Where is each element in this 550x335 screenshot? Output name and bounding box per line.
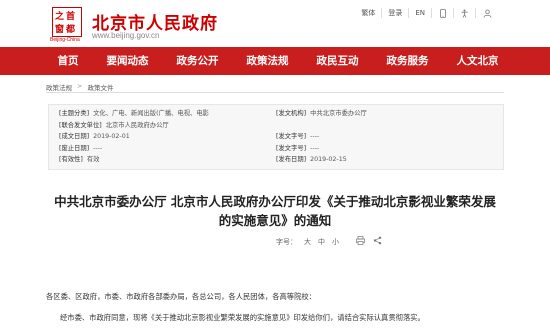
logo-char: 都 xyxy=(66,25,76,35)
document-info-table: [主题分类] 文化、广电、新闻出版(广播、电视、电影 [发文机构] 中共北京市委办公… xyxy=(48,104,504,170)
info-label: [有效性] xyxy=(59,156,83,163)
font-size-label: 字号： xyxy=(276,237,297,246)
info-value: 有效 xyxy=(86,156,100,163)
info-value: 北京市人民政府办公厅 xyxy=(105,121,169,129)
info-label: [发文机构] xyxy=(276,110,307,117)
document-title: 中共北京市委办公厅 北京市人民政府办公厅印发《关于推动北京影视业繁荣发展 的实施… xyxy=(40,192,510,230)
site-url: www.beijing.gov.cn xyxy=(92,31,160,40)
body-paragraph: 经市委、市政府同意，现将《关于推动北京影视业繁荣发展的实施意见》印发给你们，请结… xyxy=(60,313,425,322)
share-icon[interactable] xyxy=(373,236,382,247)
info-value: ---- xyxy=(310,133,320,140)
info-value: 中共北京市委办公厅 xyxy=(310,110,367,117)
info-label: [联合发文单位] xyxy=(59,121,102,129)
logo-char: 首 xyxy=(66,12,76,22)
nav-policies[interactable]: 政策法规 xyxy=(233,47,303,75)
info-row: [主题分类] 文化、广电、新闻出版(广播、电视、电影 [发文机构] 中共北京市委办公… xyxy=(59,108,493,120)
title-line: 中共北京市委办公厅 北京市人民政府办公厅印发《关于推动北京影视业繁荣发展 xyxy=(54,194,496,209)
info-value: 2019-02-15 xyxy=(310,156,347,163)
info-value: ---- xyxy=(93,144,103,152)
info-label: [废止日期] xyxy=(59,144,90,152)
logo-char: 之 xyxy=(55,12,65,22)
breadcrumb-item[interactable]: 政策文件 xyxy=(87,82,113,92)
body-paragraph: 各区委、区政府，市委、市政府各部委办局，各总公司，各人民团体，各高等院校： xyxy=(46,292,316,301)
traditional-chinese-link[interactable]: 繁体 xyxy=(355,8,383,18)
logo-caption: Beijing-China xyxy=(50,37,80,43)
info-row: [成文日期] 2019-02-01 [发文字号] ---- xyxy=(59,131,493,143)
info-row: [联合发文单位] 北京市人民政府办公厅 xyxy=(59,120,493,132)
font-size-small-button[interactable]: 小 xyxy=(332,237,339,247)
font-size-controls: 字号： 大 中 小 xyxy=(276,236,382,247)
top-links: 繁体 登录 EN xyxy=(355,8,498,18)
site-logo[interactable]: 首 都 之 窗 xyxy=(52,7,82,37)
nav-services[interactable]: 政务服务 xyxy=(373,47,443,75)
nav-gov-affairs[interactable]: 政务公开 xyxy=(163,47,233,75)
nav-home[interactable]: 首页 xyxy=(38,47,93,75)
info-label: [发布日期] xyxy=(276,156,307,163)
info-label: [发文字号] xyxy=(276,144,307,152)
nav-news[interactable]: 要闻动态 xyxy=(93,47,163,75)
logo-char: 窗 xyxy=(55,25,65,35)
print-icon[interactable] xyxy=(356,236,365,247)
nav-culture[interactable]: 人文北京 xyxy=(443,47,513,75)
font-size-medium-button[interactable]: 中 xyxy=(318,237,325,247)
breadcrumb: 政策法规 > 政策文件 xyxy=(46,82,113,92)
user-icon[interactable] xyxy=(476,8,498,18)
font-size-large-button[interactable]: 大 xyxy=(304,237,311,247)
info-label: [发文字号] xyxy=(276,133,307,140)
nav-interaction[interactable]: 政民互动 xyxy=(303,47,373,75)
info-value: ---- xyxy=(310,144,320,152)
info-row: [有效性] 有效 [发布日期] 2019-02-15 xyxy=(59,154,493,166)
accessibility-icon[interactable] xyxy=(454,8,476,18)
english-link[interactable]: EN xyxy=(409,8,432,18)
info-label: [成文日期] xyxy=(59,133,90,140)
info-value: 2019-02-01 xyxy=(93,133,130,140)
mobile-icon[interactable] xyxy=(432,8,454,18)
site-header: 首 都 之 窗 Beijing-China 北京市人民政府 www.beijin… xyxy=(0,0,550,47)
info-row: [废止日期] ---- [发文字号] ---- xyxy=(59,143,493,155)
main-nav: 首页 要闻动态 政务公开 政策法规 政民互动 政务服务 人文北京 xyxy=(0,47,550,75)
breadcrumb-separator: > xyxy=(77,82,83,90)
breadcrumb-item[interactable]: 政策法规 xyxy=(46,82,72,92)
info-value: 文化、广电、新闻出版(广播、电视、电影 xyxy=(93,110,209,117)
divider xyxy=(46,92,504,93)
title-line: 的实施意见》的通知 xyxy=(218,213,332,228)
login-link[interactable]: 登录 xyxy=(382,8,410,18)
info-label: [主题分类] xyxy=(59,110,90,117)
